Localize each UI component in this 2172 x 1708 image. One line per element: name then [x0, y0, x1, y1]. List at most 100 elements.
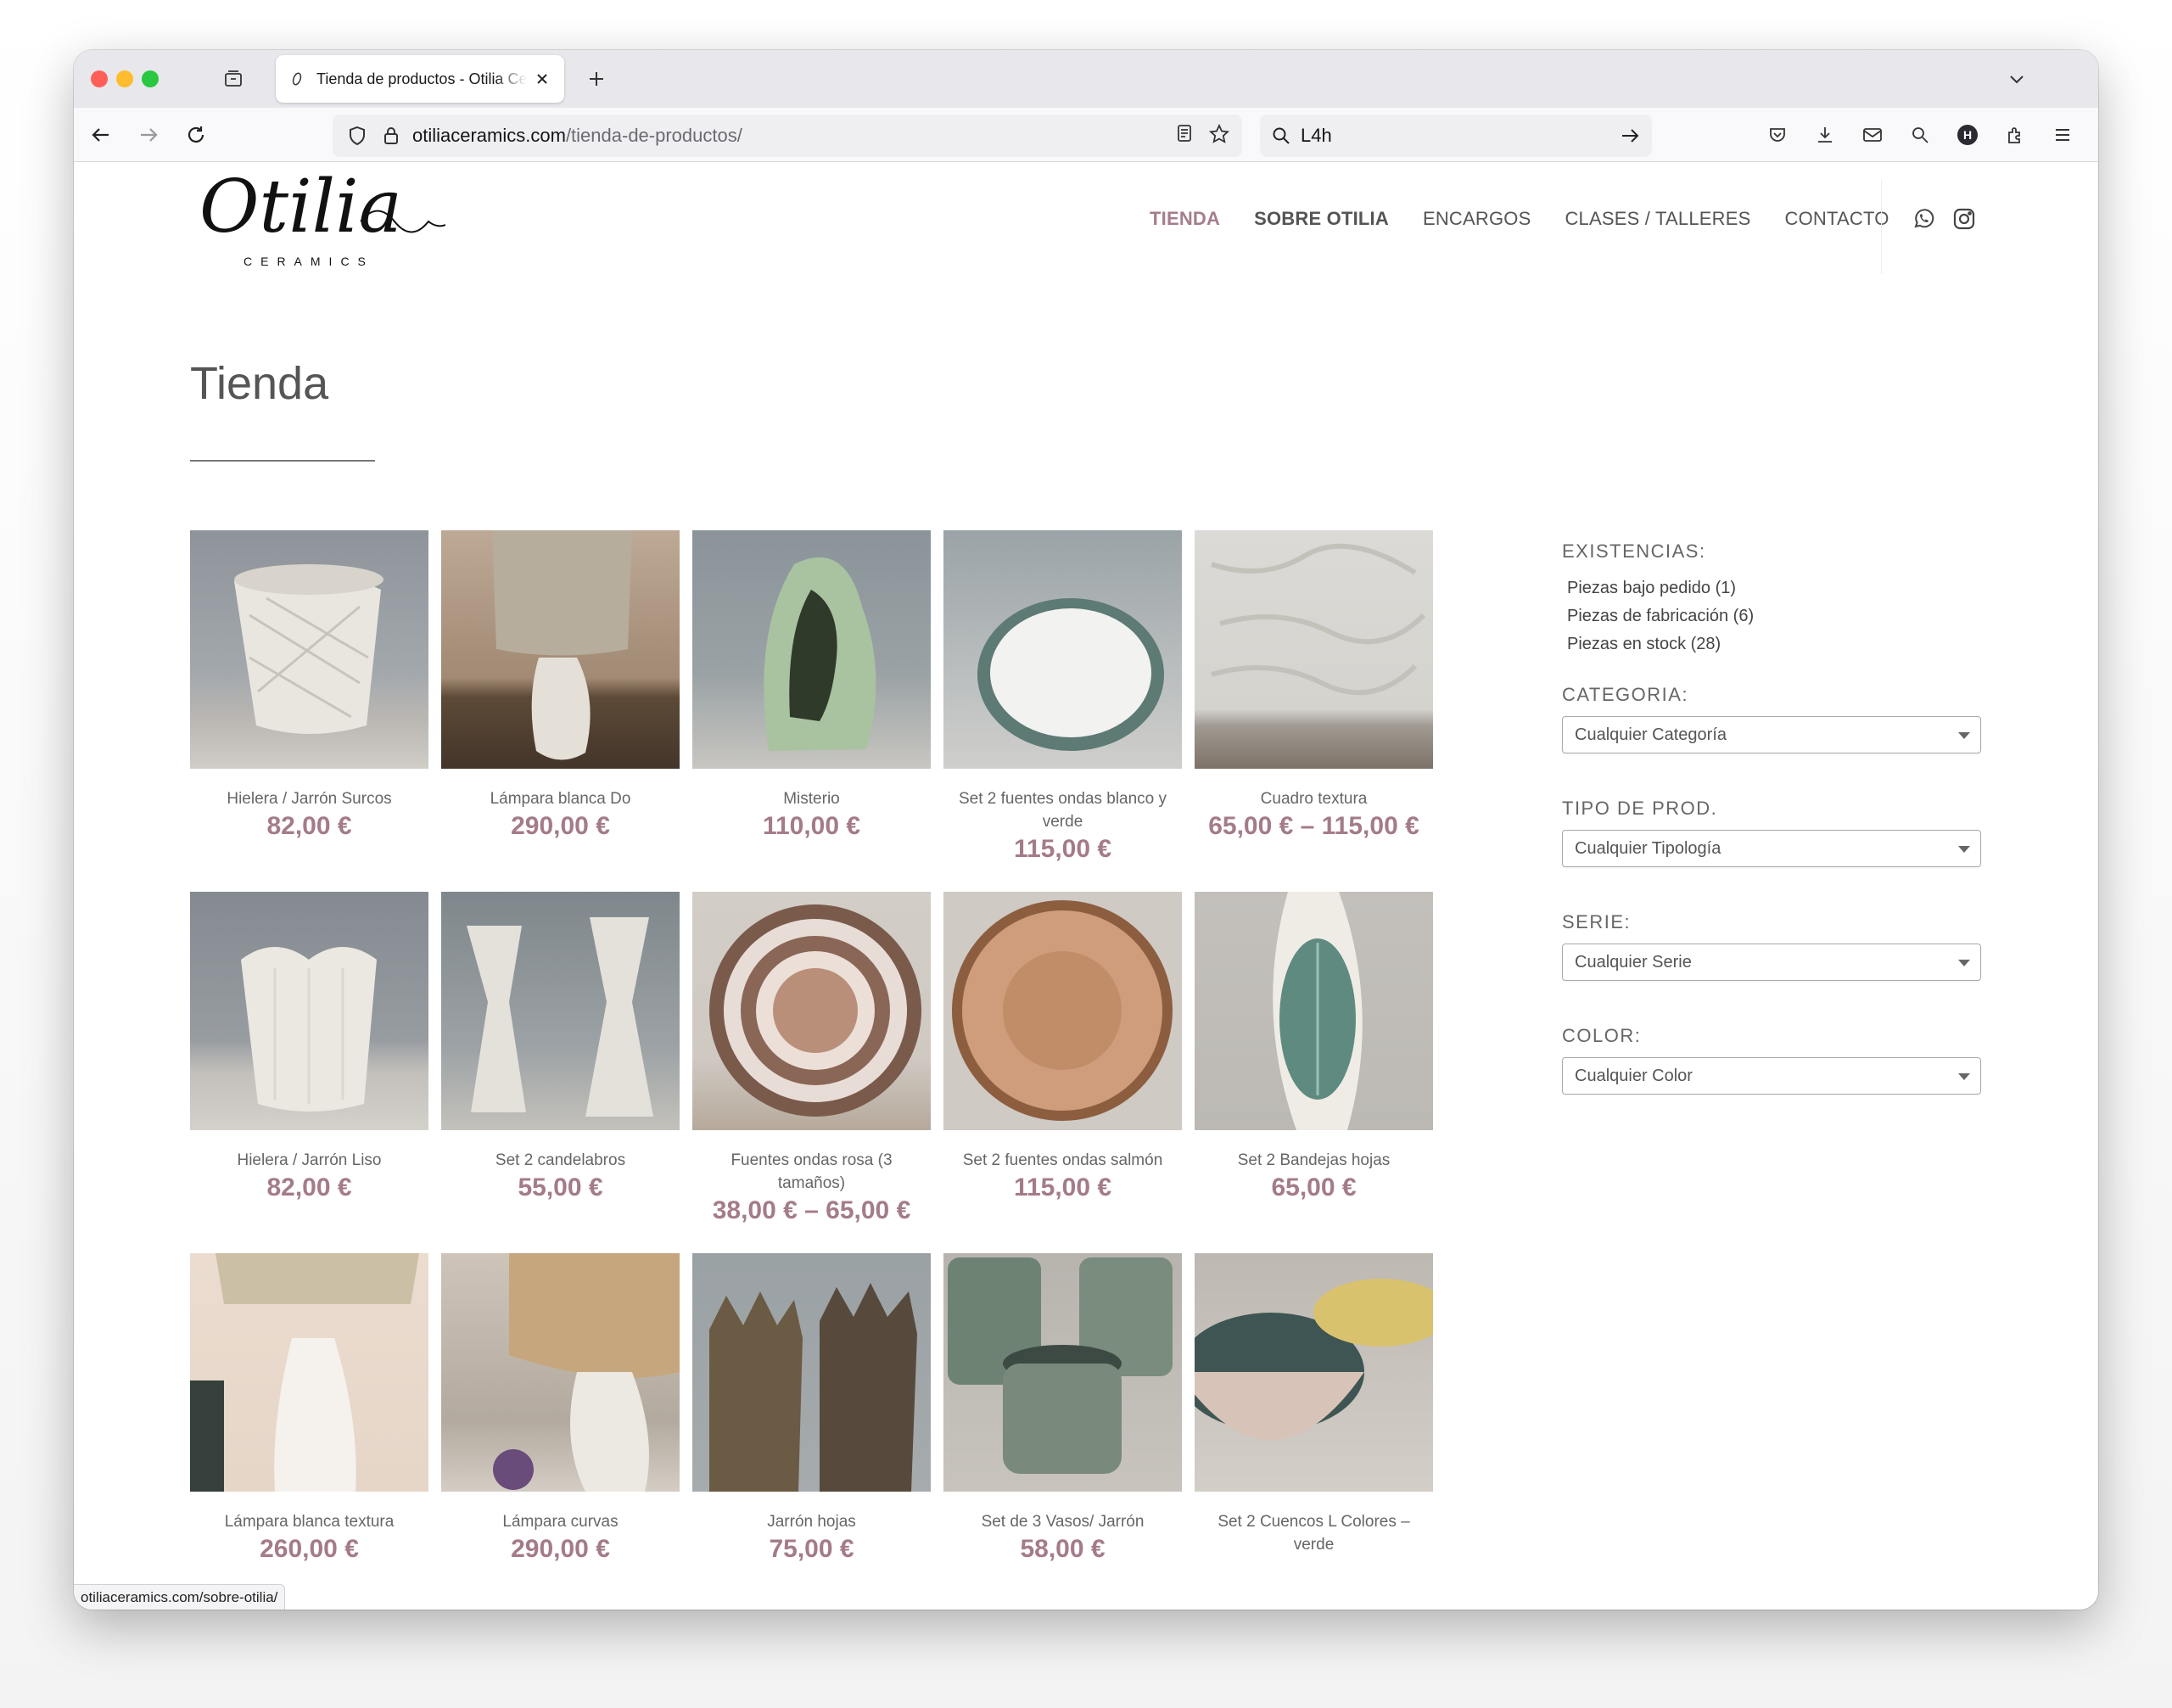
- product-price: 110,00 €: [762, 812, 861, 840]
- mail-icon[interactable]: [1857, 120, 1888, 150]
- url-bar[interactable]: otiliaceramics.com/tienda-de-productos/: [333, 115, 1242, 157]
- nav-contacto[interactable]: CONTACTO: [1785, 208, 1889, 230]
- product-card[interactable]: Lámpara curvas 290,00 €: [441, 1253, 680, 1610]
- caret-down-icon: [1958, 1073, 1970, 1080]
- product-name[interactable]: Set 2 Bandejas hojas: [1195, 1149, 1433, 1172]
- product-card[interactable]: Fuentes ondas rosa (3 tamaños) 38,00 € –…: [692, 892, 931, 1253]
- whatsapp-icon[interactable]: [1911, 206, 1936, 232]
- social-links: [1911, 206, 1977, 232]
- back-arrow-icon[interactable]: [86, 120, 116, 150]
- product-image[interactable]: [943, 530, 1182, 769]
- product-name[interactable]: Lámpara blanca textura: [190, 1510, 428, 1533]
- browser-window: Tienda de productos - Otilia Ceramics: [74, 50, 2098, 1610]
- product-card[interactable]: Hielera / Jarrón Surcos 82,00 €: [190, 530, 428, 892]
- product-card[interactable]: Set 2 candelabros 55,00 €: [441, 892, 680, 1253]
- product-card[interactable]: Cuadro textura 65,00 € – 115,00 €: [1195, 530, 1433, 892]
- product-name[interactable]: Set 2 candelabros: [441, 1149, 680, 1172]
- pocket-icon[interactable]: [1762, 120, 1793, 150]
- product-card[interactable]: Misterio 110,00 €: [692, 530, 931, 892]
- chevron-down-icon[interactable]: [2003, 65, 2030, 92]
- nav-tienda[interactable]: TIENDA: [1150, 208, 1220, 230]
- product-image[interactable]: [692, 530, 931, 769]
- instagram-icon[interactable]: [1951, 206, 1977, 232]
- product-name[interactable]: Set 2 fuentes ondas salmón: [943, 1149, 1182, 1172]
- nav-encargos[interactable]: ENCARGOS: [1423, 208, 1531, 230]
- reader-view-icon[interactable]: [1174, 123, 1195, 149]
- product-card[interactable]: Set 2 Bandejas hojas 65,00 €: [1195, 892, 1433, 1253]
- product-name[interactable]: Set de 3 Vasos/ Jarrón: [943, 1510, 1182, 1533]
- product-image[interactable]: [441, 1253, 680, 1492]
- product-image[interactable]: [190, 530, 428, 769]
- product-name[interactable]: Misterio: [692, 787, 931, 810]
- site-logo[interactable]: Otilia CERAMICS: [199, 165, 446, 272]
- product-card[interactable]: Hielera / Jarrón Liso 82,00 €: [190, 892, 428, 1253]
- product-image[interactable]: [441, 892, 680, 1130]
- svg-text:Otilia: Otilia: [199, 171, 402, 249]
- product-card[interactable]: Jarrón hojas 75,00 €: [692, 1253, 931, 1610]
- product-card[interactable]: Set 2 fuentes ondas blanco y verde 115,0…: [943, 530, 1182, 892]
- bookmark-star-icon[interactable]: [1208, 123, 1230, 149]
- product-card[interactable]: Lámpara blanca textura 260,00 €: [190, 1253, 428, 1610]
- product-name[interactable]: Hielera / Jarrón Liso: [190, 1149, 428, 1172]
- forward-arrow-icon[interactable]: [133, 120, 164, 150]
- product-card[interactable]: Set de 3 Vasos/ Jarrón 58,00 €: [943, 1253, 1182, 1610]
- close-tab-icon[interactable]: [532, 69, 552, 89]
- download-icon[interactable]: [1810, 120, 1840, 150]
- nav-sobre-otilia[interactable]: SOBRE OTILIA: [1254, 208, 1389, 230]
- account-avatar[interactable]: H: [1952, 120, 1983, 150]
- product-name[interactable]: Lámpara blanca Do: [441, 787, 680, 810]
- product-image[interactable]: [1195, 892, 1433, 1130]
- product-name[interactable]: Set 2 fuentes ondas blanco y verde: [943, 787, 1182, 833]
- product-image[interactable]: [441, 530, 680, 769]
- existencias-title: EXISTENCIAS:: [1562, 540, 1706, 562]
- shield-icon[interactable]: [344, 123, 370, 148]
- search-input[interactable]: L4h: [1301, 125, 1620, 147]
- hamburger-menu-icon[interactable]: [2047, 120, 2078, 150]
- product-card[interactable]: Set 2 Cuencos L Colores – verde: [1195, 1253, 1433, 1610]
- product-image[interactable]: [1195, 1253, 1433, 1492]
- zoom-search-icon[interactable]: [1905, 120, 1935, 150]
- filter-title: COLOR:: [1562, 1025, 1642, 1046]
- go-arrow-icon[interactable]: [1620, 126, 1640, 146]
- minimize-window-button[interactable]: [116, 70, 133, 87]
- zoom-window-button[interactable]: [142, 70, 159, 87]
- product-name[interactable]: Cuadro textura: [1195, 787, 1433, 810]
- stock-filter-fabricacion[interactable]: Piezas de fabricación (6): [1562, 602, 1986, 630]
- product-name[interactable]: Set 2 Cuencos L Colores – verde: [1195, 1510, 1433, 1556]
- product-name[interactable]: Jarrón hojas: [692, 1510, 931, 1533]
- product-price: 115,00 €: [1013, 1173, 1112, 1201]
- new-tab-icon[interactable]: [583, 65, 610, 92]
- serie-select[interactable]: Cualquier Serie: [1562, 944, 1981, 981]
- product-image[interactable]: [943, 892, 1182, 1130]
- nav-clases-talleres[interactable]: CLASES / TALLERES: [1565, 208, 1750, 230]
- product-image[interactable]: [692, 1253, 931, 1492]
- close-window-button[interactable]: [91, 70, 108, 87]
- stock-filter-bajo-pedido[interactable]: Piezas bajo pedido (1): [1562, 574, 1986, 602]
- categoria-select[interactable]: Cualquier Categoría: [1562, 716, 1981, 753]
- select-value: Cualquier Tipología: [1575, 838, 1721, 858]
- tipo-select[interactable]: Cualquier Tipología: [1562, 830, 1981, 867]
- reload-icon[interactable]: [181, 120, 211, 150]
- tab-list-icon[interactable]: [220, 65, 247, 92]
- product-price: 65,00 € – 115,00 €: [1208, 812, 1419, 840]
- color-select[interactable]: Cualquier Color: [1562, 1057, 1981, 1095]
- lock-icon[interactable]: [378, 123, 404, 148]
- active-tab[interactable]: Tienda de productos - Otilia Ceramics: [276, 55, 564, 103]
- product-image[interactable]: [190, 1253, 428, 1492]
- product-image[interactable]: [190, 892, 428, 1130]
- extensions-puzzle-icon[interactable]: [2000, 120, 2030, 150]
- stock-filter-en-stock[interactable]: Piezas en stock (28): [1562, 630, 1986, 658]
- search-bar[interactable]: L4h: [1260, 115, 1652, 157]
- product-image[interactable]: [943, 1253, 1182, 1492]
- product-card[interactable]: Set 2 fuentes ondas salmón 115,00 €: [943, 892, 1182, 1253]
- product-name[interactable]: Fuentes ondas rosa (3 tamaños): [692, 1149, 931, 1195]
- product-image[interactable]: [692, 892, 931, 1130]
- product-price: 65,00 €: [1271, 1173, 1357, 1201]
- tab-bar: Tienda de productos - Otilia Ceramics: [74, 50, 2098, 108]
- product-image[interactable]: [1195, 530, 1433, 769]
- product-name[interactable]: Lámpara curvas: [441, 1510, 680, 1533]
- tipo-filter: TIPO DE PROD. Cualquier Tipología: [1562, 798, 1986, 867]
- product-card[interactable]: Lámpara blanca Do 290,00 €: [441, 530, 680, 892]
- product-name[interactable]: Hielera / Jarrón Surcos: [190, 787, 428, 810]
- select-value: Cualquier Serie: [1575, 952, 1692, 972]
